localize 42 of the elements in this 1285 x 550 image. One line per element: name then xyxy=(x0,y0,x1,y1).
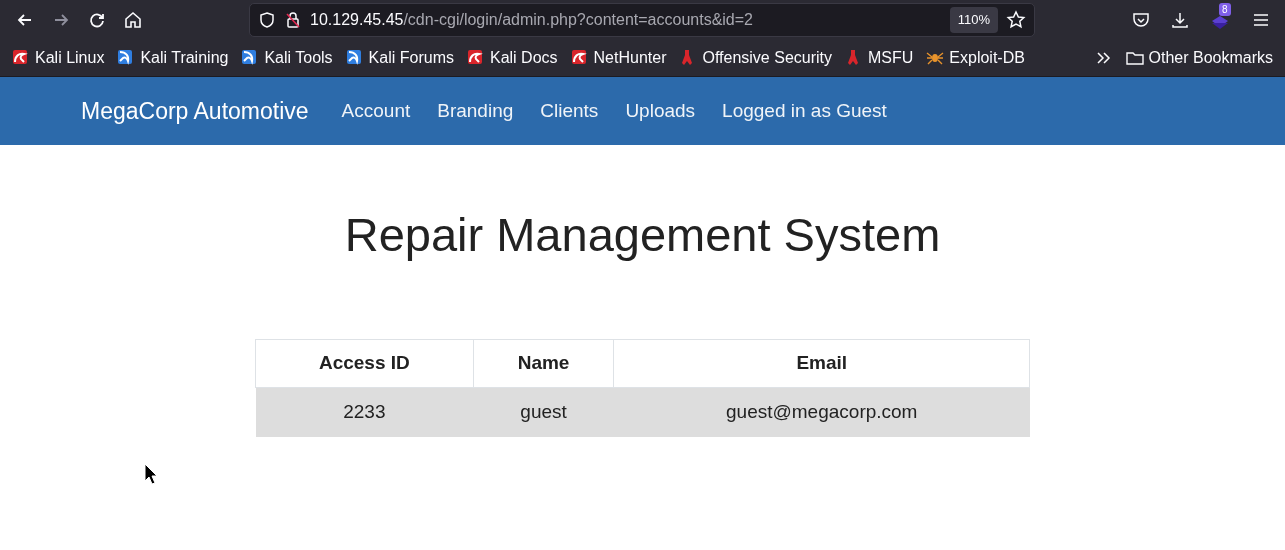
bookmark-item[interactable]: Kali Docs xyxy=(466,46,558,70)
bookmark-item[interactable]: Kali Forums xyxy=(345,46,454,70)
table-cell: guest xyxy=(473,387,614,437)
bookmark-item[interactable]: MSFU xyxy=(845,46,914,70)
folder-icon xyxy=(1125,51,1144,65)
column-header: Email xyxy=(613,339,1030,387)
zoom-level[interactable]: 110% xyxy=(949,7,998,33)
nav-link[interactable]: Clients xyxy=(540,96,599,126)
column-header: Name xyxy=(473,339,614,387)
brand-link[interactable]: MegaCorp Automotive xyxy=(81,93,309,129)
url-text: 10.129.45.45/cdn-cgi/login/admin.php?content=accounts&id=2 xyxy=(310,10,753,30)
nav-link[interactable]: Logged in as Guest xyxy=(722,96,887,126)
mouse-cursor-icon xyxy=(144,463,158,485)
page-heading: Repair Management System xyxy=(343,207,942,263)
download-icon[interactable] xyxy=(1171,11,1189,29)
kali-dragon-icon xyxy=(12,49,30,67)
bookmark-item[interactable]: Kali Tools xyxy=(241,46,333,70)
kali-dragon-icon xyxy=(570,49,589,67)
table-cell: 2233 xyxy=(255,387,474,437)
bookmark-item[interactable]: Kali Training xyxy=(117,46,229,70)
nav-link[interactable]: Account xyxy=(341,96,411,126)
bookmark-item[interactable]: Kali Linux xyxy=(12,46,105,70)
bookmark-item[interactable]: NetHunter xyxy=(570,46,667,70)
bookmark-star-icon[interactable] xyxy=(1006,10,1026,30)
insecure-lock-icon xyxy=(284,11,302,29)
nav-link[interactable]: Uploads xyxy=(625,96,696,126)
address-bar[interactable]: 10.129.45.45/cdn-cgi/login/admin.php?content=accounts&id=2 110% xyxy=(249,3,1035,37)
bookmark-folder[interactable]: Other Bookmarks xyxy=(1125,46,1273,70)
nav-link[interactable]: Branding xyxy=(437,96,514,126)
notification-badge: 8 xyxy=(1219,3,1231,16)
table-cell: guest@megacorp.com xyxy=(613,387,1030,437)
kali-dragon-icon xyxy=(466,49,485,67)
bookmark-item[interactable]: Offensive Security xyxy=(679,46,832,70)
extension-icon[interactable] xyxy=(1210,13,1230,31)
bookmark-item[interactable]: Exploit-DB xyxy=(926,46,1025,70)
shield-icon xyxy=(258,11,276,29)
column-header: Access ID xyxy=(255,339,474,387)
kali-dragon-icon xyxy=(345,49,364,67)
chevrons-icon[interactable] xyxy=(1095,51,1112,65)
home-icon[interactable] xyxy=(123,10,143,30)
pocket-icon[interactable] xyxy=(1132,11,1150,29)
menu-icon[interactable] xyxy=(1253,12,1269,28)
